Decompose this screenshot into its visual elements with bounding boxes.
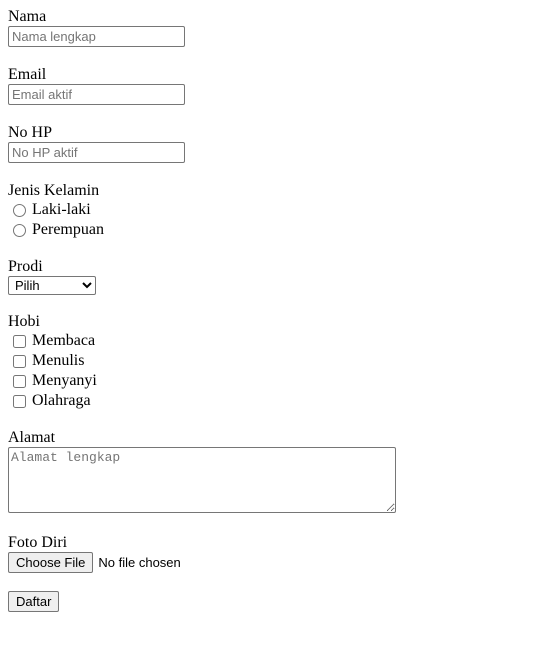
nama-input[interactable] xyxy=(8,26,185,47)
no-hp-label: No HP xyxy=(8,124,53,141)
perempuan-radio[interactable] xyxy=(13,223,26,237)
prodi-select[interactable]: Pilih xyxy=(8,276,96,295)
alamat-label: Alamat xyxy=(8,429,56,446)
choose-file-button[interactable]: Choose File xyxy=(8,552,94,573)
file-input: Choose File No file chosen xyxy=(8,552,528,573)
hobi-label: Hobi xyxy=(8,313,40,330)
laki-laki-radio[interactable] xyxy=(13,203,26,217)
jenis-kelamin-label: Jenis Kelamin xyxy=(8,182,100,199)
no-hp-input[interactable] xyxy=(8,142,185,163)
alamat-textarea[interactable] xyxy=(8,447,396,513)
menyanyi-checkbox[interactable] xyxy=(13,374,26,388)
check-option-olahraga: Olahraga xyxy=(8,391,528,411)
check-option-menulis: Menulis xyxy=(8,351,528,371)
radio-option-perempuan: Perempuan xyxy=(8,220,528,240)
nama-label: Nama xyxy=(8,8,47,25)
registration-form: Nama Email No HP Jenis Kelamin Laki-laki… xyxy=(8,8,528,612)
email-input[interactable] xyxy=(8,84,185,105)
menulis-label: Menulis xyxy=(32,352,85,369)
laki-laki-label: Laki-laki xyxy=(32,201,91,218)
file-status-text: No file chosen xyxy=(98,555,181,570)
olahraga-label: Olahraga xyxy=(32,392,91,409)
menulis-checkbox[interactable] xyxy=(13,354,26,368)
check-option-menyanyi: Menyanyi xyxy=(8,371,528,391)
prodi-label: Prodi xyxy=(8,258,43,275)
email-label: Email xyxy=(8,66,47,83)
membaca-label: Membaca xyxy=(32,332,96,349)
olahraga-checkbox[interactable] xyxy=(13,394,26,408)
foto-diri-label: Foto Diri xyxy=(8,534,68,551)
check-option-membaca: Membaca xyxy=(8,331,528,351)
radio-option-laki-laki: Laki-laki xyxy=(8,200,528,220)
menyanyi-label: Menyanyi xyxy=(32,372,97,389)
perempuan-label: Perempuan xyxy=(32,221,104,238)
membaca-checkbox[interactable] xyxy=(13,334,26,348)
daftar-button[interactable]: Daftar xyxy=(8,591,60,612)
